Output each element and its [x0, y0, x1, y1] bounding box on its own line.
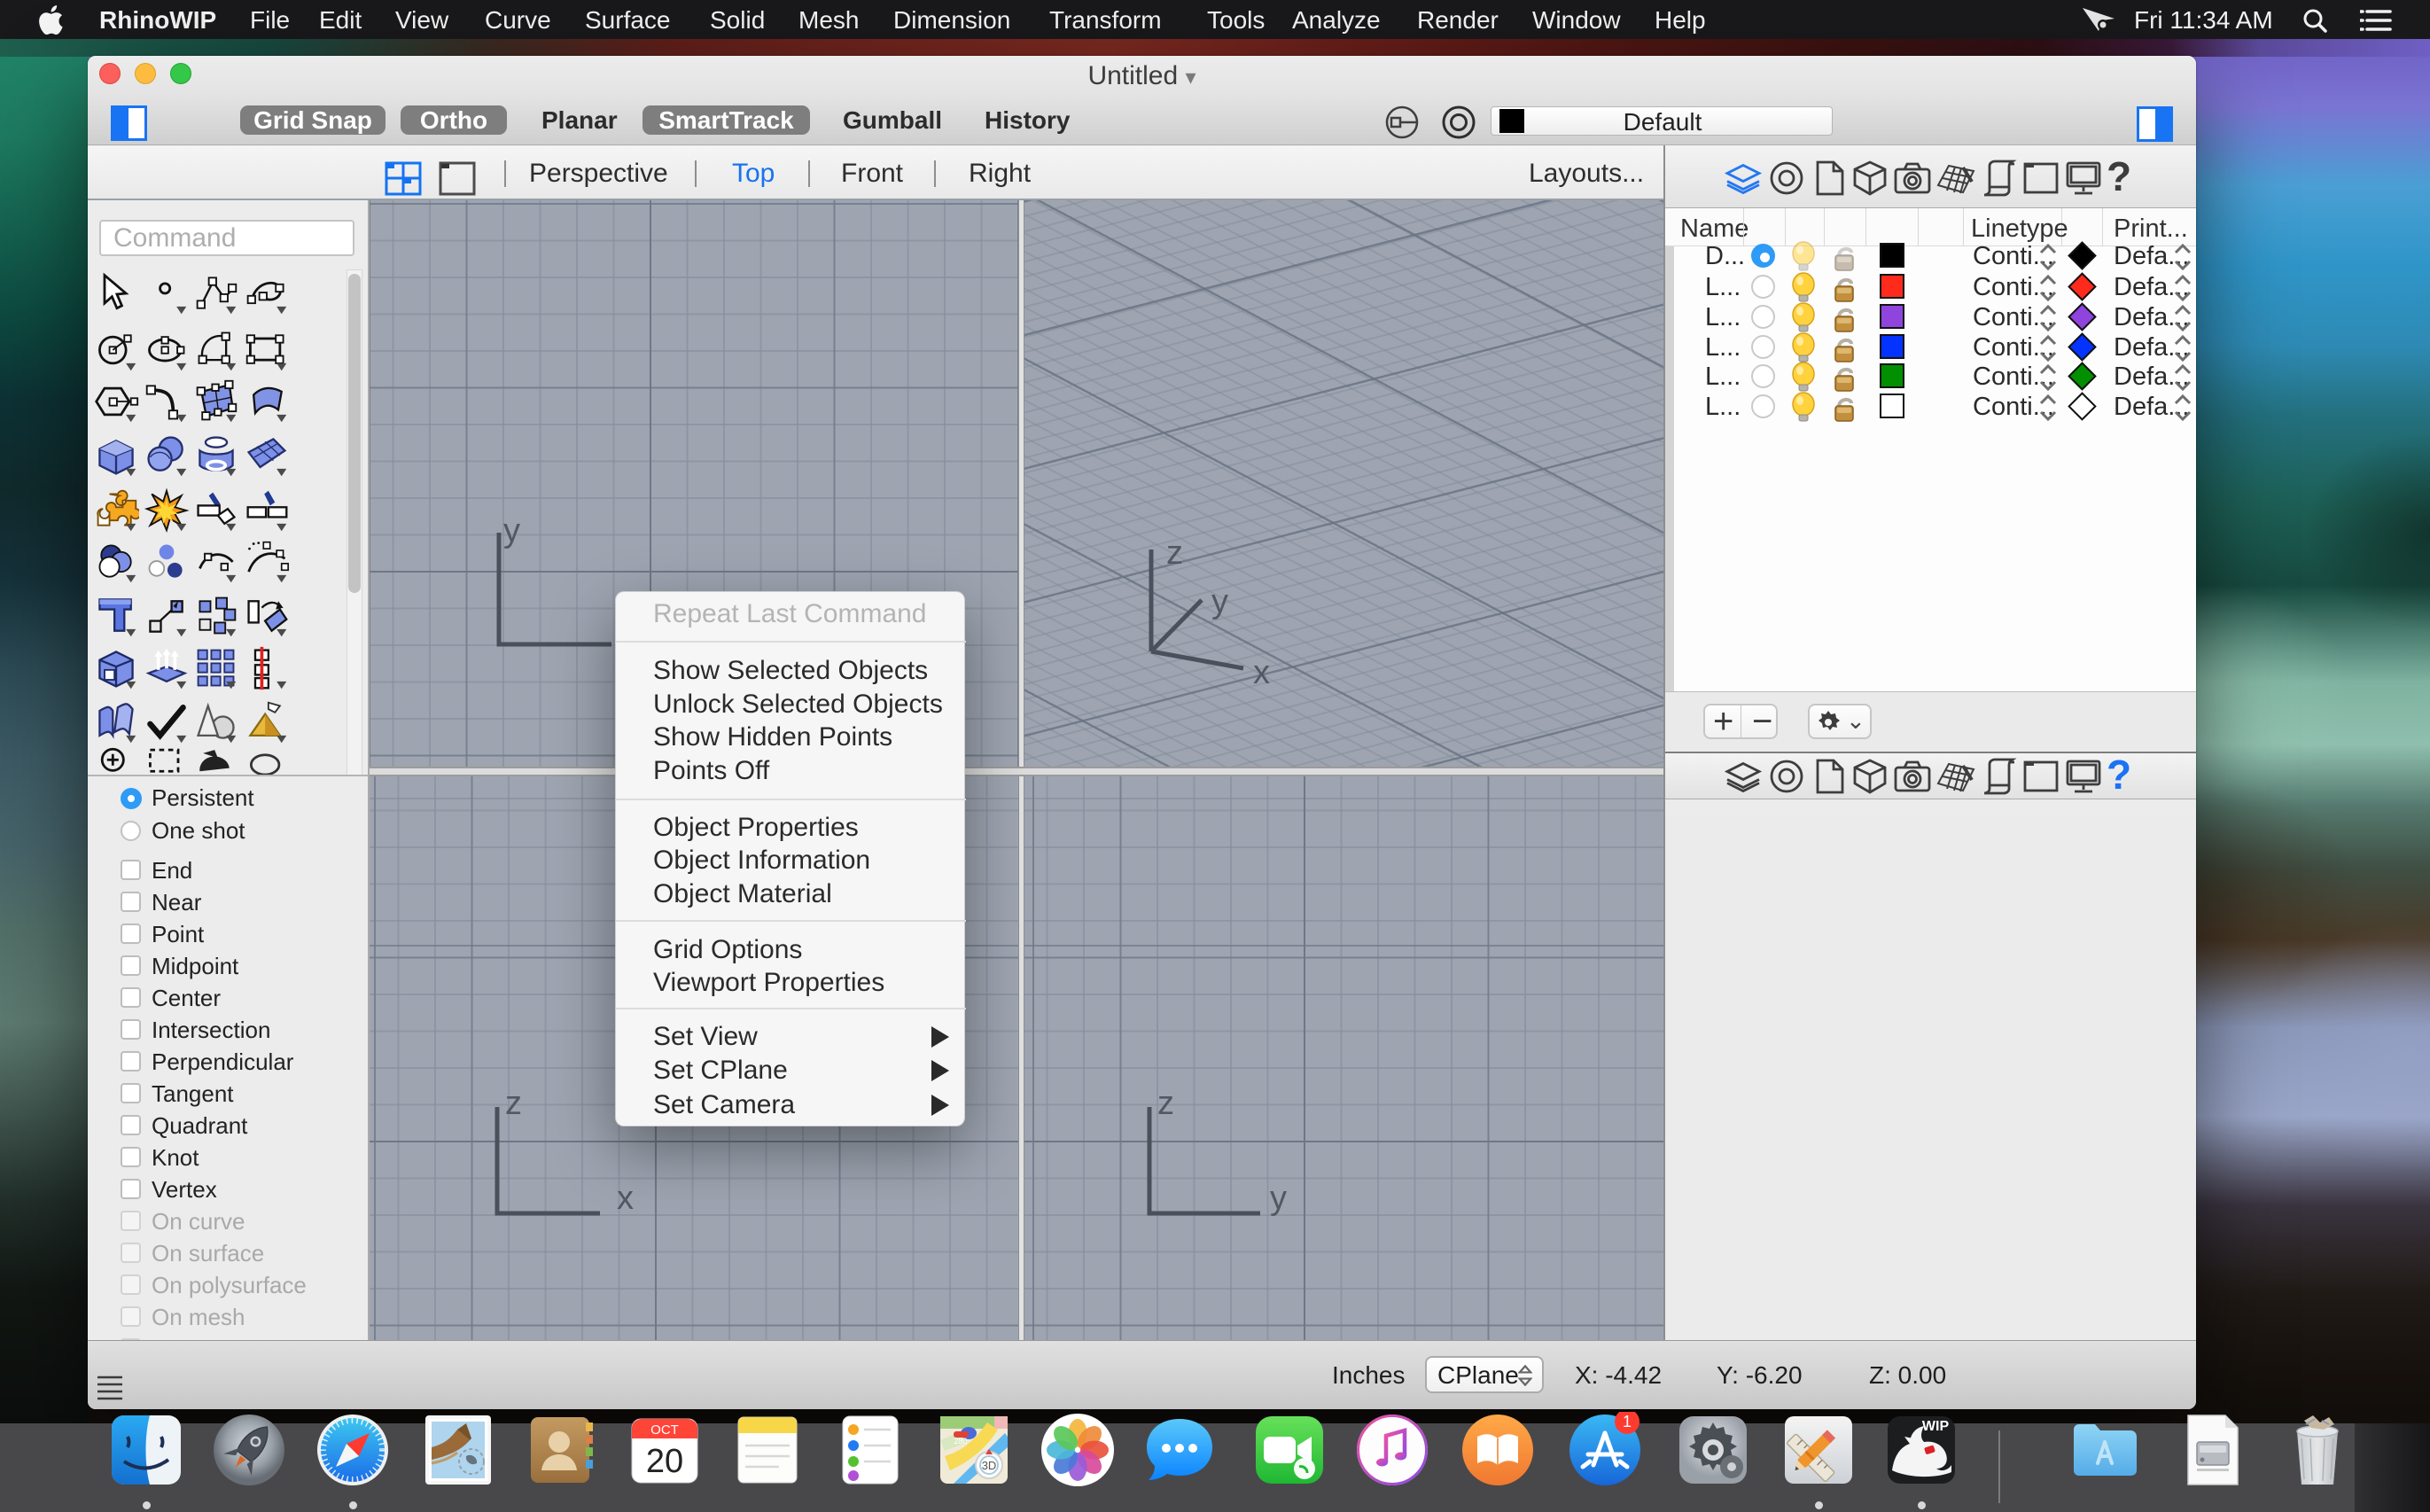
- svg-text:280: 280: [954, 1437, 967, 1446]
- svg-text:3D: 3D: [982, 1459, 997, 1472]
- svg-text:20: 20: [646, 1443, 683, 1480]
- svg-text:OCT: OCT: [650, 1422, 679, 1438]
- svg-text:1: 1: [1623, 1413, 1632, 1430]
- svg-text:WIP: WIP: [1922, 1419, 1950, 1434]
